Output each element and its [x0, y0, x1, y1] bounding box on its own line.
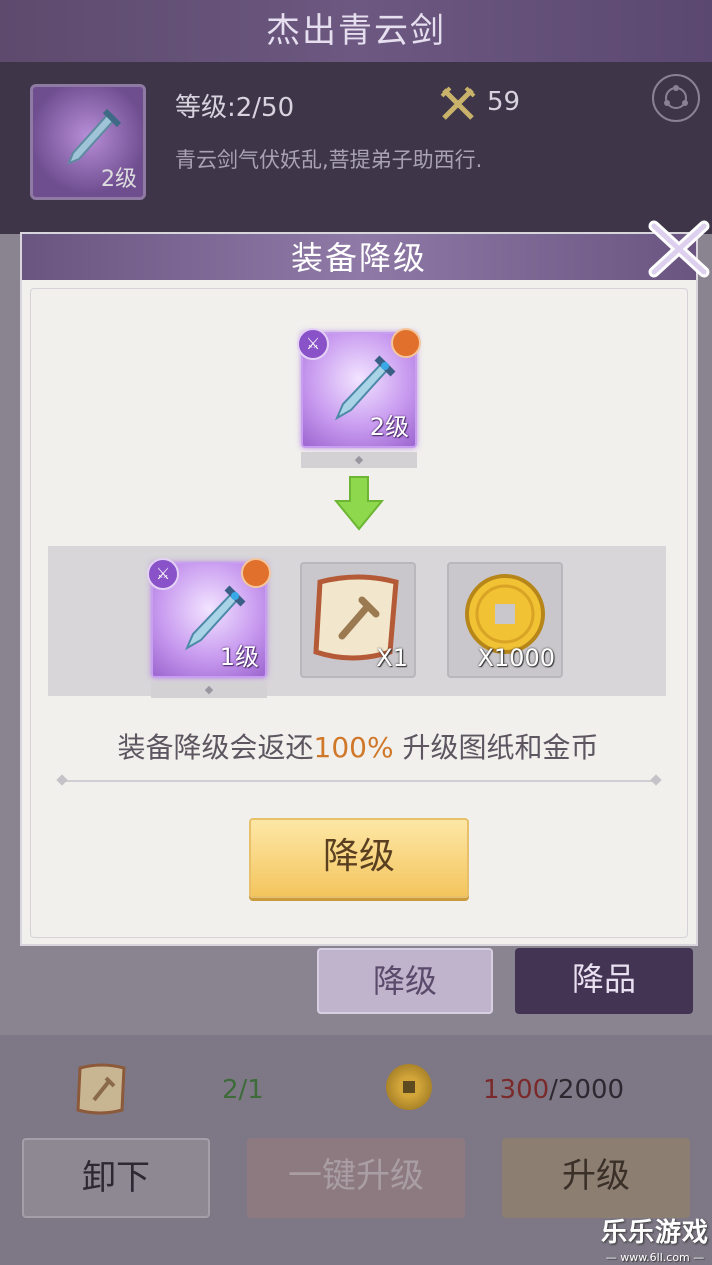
gold-reward-card: X1000	[447, 562, 563, 678]
gold-coin-icon	[386, 1064, 432, 1110]
weapon-type-icon: ⚔	[297, 328, 329, 360]
dialog-title: 装备降级	[22, 234, 696, 280]
downgrade-note: 装备降级会返还100% 升级图纸和金币	[20, 726, 696, 766]
close-icon[interactable]	[640, 214, 712, 284]
equipped-item-icon[interactable]: 2级	[30, 84, 146, 200]
result-item-slot-bar: ◆	[151, 682, 267, 698]
gold-quantity: X1000	[477, 644, 555, 672]
tab-downgrade[interactable]: 降级	[317, 948, 493, 1014]
current-item-slot-bar: ◆	[301, 452, 417, 468]
blueprint-quantity: X1	[376, 644, 408, 672]
result-item-card: ⚔ 1级	[147, 558, 271, 678]
share-icon	[664, 85, 688, 109]
blueprint-reward-card: X1	[300, 562, 416, 678]
gold-current: 1300	[483, 1075, 550, 1105]
down-arrow-icon	[334, 476, 384, 531]
blueprint-count: 2/1	[222, 1075, 264, 1105]
upgrade-button[interactable]: 升级	[502, 1138, 690, 1218]
note-prefix: 装备降级会返还	[117, 731, 314, 764]
watermark-title: 乐乐游戏	[600, 1218, 709, 1248]
item-header: 2级 等级:2/50 59 青云剑气伏妖乱,菩提弟子助西行.	[0, 62, 712, 234]
current-item-card: ⚔ 2级	[297, 328, 421, 448]
fire-element-icon	[241, 558, 271, 588]
gold-count: 1300/2000	[483, 1075, 624, 1105]
share-button[interactable]	[652, 74, 700, 122]
note-percent: 100%	[313, 731, 394, 764]
item-level-text: 等级:2/50	[175, 93, 295, 123]
weapon-type-icon: ⚔	[147, 558, 179, 590]
gold-required: /2000	[549, 1075, 625, 1105]
screen-title: 杰出青云剑	[0, 0, 712, 62]
item-description: 青云剑气伏妖乱,菩提弟子助西行.	[175, 148, 483, 172]
crossed-swords-icon	[440, 86, 476, 120]
one-key-upgrade-button[interactable]: 一键升级	[247, 1138, 465, 1218]
item-level-badge: 2级	[101, 167, 137, 192]
power-value: 59	[487, 87, 521, 117]
unload-button[interactable]: 卸下	[22, 1138, 210, 1218]
divider	[62, 780, 656, 782]
tab-quality-downgrade[interactable]: 降品	[515, 948, 693, 1014]
confirm-downgrade-button[interactable]: 降级	[249, 818, 469, 898]
watermark-url: — www.6ll.com —	[605, 1251, 705, 1264]
blueprint-icon	[76, 1063, 126, 1115]
note-suffix: 升级图纸和金币	[393, 731, 599, 764]
result-item-level: 1级	[219, 643, 259, 671]
watermark-logo: 乐乐游戏 — www.6ll.com —	[598, 1212, 712, 1265]
current-item-level: 2级	[369, 413, 409, 441]
fire-element-icon	[391, 328, 421, 358]
